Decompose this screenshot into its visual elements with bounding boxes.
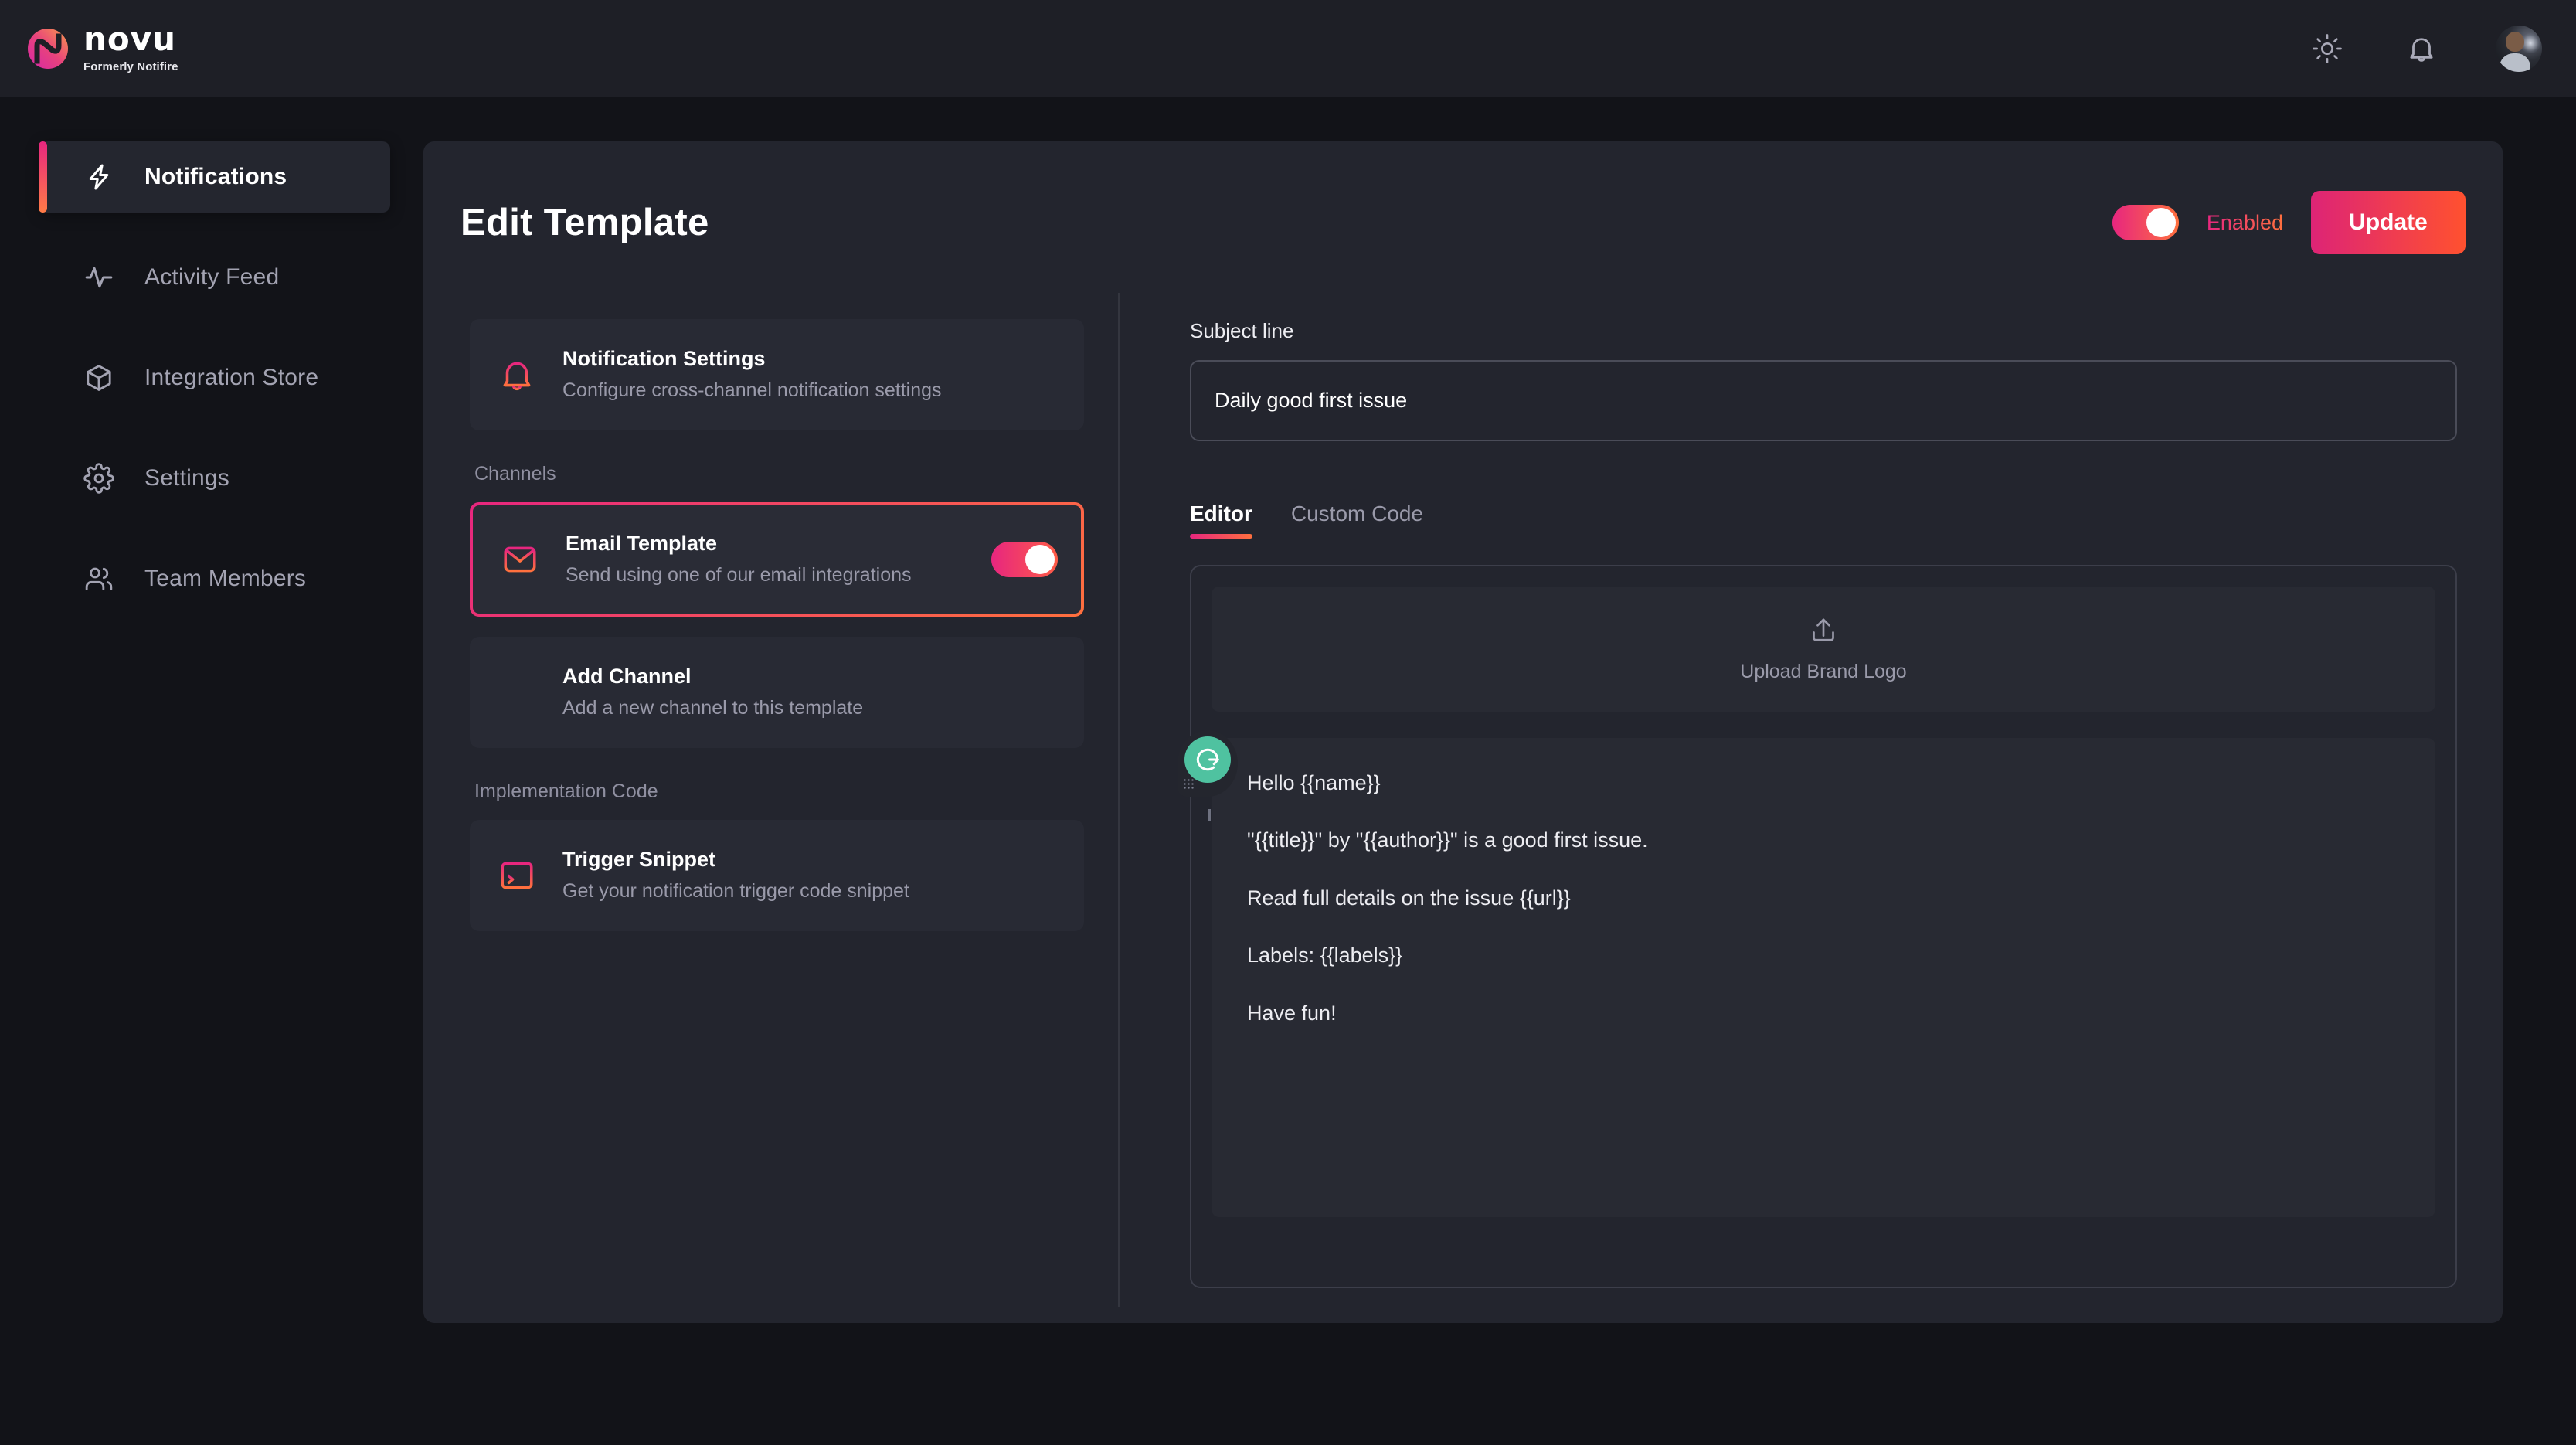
channels-column: Notification Settings Configure cross-ch…: [470, 319, 1084, 931]
sun-icon[interactable]: [2307, 29, 2347, 69]
enabled-toggle[interactable]: [2112, 205, 2179, 240]
sidebar-item-settings[interactable]: Settings: [40, 443, 390, 514]
email-body-line: Hello {{name}}: [1247, 771, 1381, 794]
channels-section-label: Channels: [474, 463, 556, 484]
card-title: Notification Settings: [562, 346, 766, 370]
sidebar-item-activity-feed[interactable]: Activity Feed: [40, 242, 390, 313]
card-description: Send using one of our email integrations: [566, 563, 912, 586]
sidebar-item-label: Integration Store: [144, 365, 319, 390]
editor-tabs: Editor Custom Code: [1190, 502, 2457, 539]
lightning-bolt-icon: [81, 159, 117, 195]
bell-icon: [493, 351, 541, 399]
toggle-knob: [2146, 208, 2176, 237]
panel-header-actions: Enabled Update: [2112, 191, 2466, 254]
trigger-snippet-card[interactable]: Trigger Snippet Get your notification tr…: [470, 820, 1084, 931]
panel-header: Edit Template Enabled Update: [460, 184, 2466, 261]
sidebar-item-team-members[interactable]: Team Members: [40, 543, 390, 614]
upload-icon: [1808, 615, 1839, 650]
enabled-toggle-label: Enabled: [2206, 210, 2283, 234]
users-icon: [81, 561, 117, 597]
drag-handle[interactable]: [1183, 778, 1194, 789]
subject-line-input[interactable]: [1190, 360, 2457, 441]
tab-custom-code[interactable]: Custom Code: [1291, 502, 1423, 539]
card-description: Get your notification trigger code snipp…: [562, 879, 909, 902]
page-title: Edit Template: [460, 202, 709, 243]
email-body-editor[interactable]: Hello {{name}} "{{title}}" by "{{author}…: [1178, 730, 2435, 1217]
card-title: Add Channel: [562, 664, 692, 688]
tab-editor[interactable]: Editor: [1190, 502, 1252, 539]
email-body-line: Labels: {{labels}}: [1247, 944, 1403, 967]
envelope-icon: [496, 536, 544, 583]
email-body-line: Read full details on the issue {{url}}: [1247, 886, 1571, 910]
email-template-toggle[interactable]: [991, 542, 1058, 577]
card-title: Email Template: [566, 531, 718, 555]
editor-container: Upload Brand Logo Hello {{name}} "{{titl…: [1178, 565, 2457, 1288]
sidebar-item-label: Team Members: [144, 566, 307, 591]
plus-icon: [493, 668, 541, 716]
top-bar: novu Formerly Notifire: [0, 0, 2576, 97]
gear-icon: [81, 461, 117, 496]
text-caret: [1208, 809, 1211, 821]
novu-logo-icon: [26, 27, 70, 70]
activity-pulse-icon: [81, 260, 117, 295]
editor-column: Subject line Editor Custom Code Upload B…: [1178, 319, 2457, 1288]
notification-settings-card[interactable]: Notification Settings Configure cross-ch…: [470, 319, 1084, 430]
box-icon: [81, 360, 117, 396]
bell-icon[interactable]: [2401, 29, 2442, 69]
sidebar-item-integration-store[interactable]: Integration Store: [40, 342, 390, 413]
user-avatar[interactable]: [2496, 25, 2542, 72]
upload-brand-logo-label: Upload Brand Logo: [1740, 661, 1907, 682]
sidebar-item-label: Notifications: [144, 164, 287, 189]
email-body-line: "{{title}}" by "{{author}}" is a good fi…: [1247, 828, 1648, 852]
sidebar-item-label: Settings: [144, 465, 229, 491]
sidebar-item-notifications[interactable]: Notifications: [39, 141, 390, 212]
upload-brand-logo-dropzone[interactable]: Upload Brand Logo: [1212, 586, 2435, 712]
brand-tagline: Formerly Notifire: [83, 60, 178, 73]
implementation-code-section-label: Implementation Code: [474, 780, 658, 802]
terminal-icon: [493, 852, 541, 899]
email-body-line: Have fun!: [1247, 1001, 1337, 1025]
card-description: Add a new channel to this template: [562, 696, 864, 719]
card-title: Trigger Snippet: [562, 847, 716, 871]
sidebar-item-label: Activity Feed: [144, 264, 280, 290]
toggle-knob: [1025, 545, 1055, 574]
brand-wordmark: novu: [83, 20, 177, 58]
top-bar-actions: [2307, 25, 2542, 72]
brand-logo[interactable]: novu Formerly Notifire: [26, 23, 178, 73]
email-template-card[interactable]: Email Template Send using one of our ema…: [470, 502, 1084, 617]
main-panel: Edit Template Enabled Update Notificatio…: [423, 141, 2503, 1323]
update-button[interactable]: Update: [2311, 191, 2466, 254]
grammarly-icon[interactable]: [1178, 730, 1238, 797]
subject-line-label: Subject line: [1190, 319, 1294, 342]
sidebar: Notifications Activity Feed Integration …: [0, 97, 421, 1445]
column-divider: [1118, 293, 1120, 1307]
card-description: Configure cross-channel notification set…: [562, 379, 942, 401]
add-channel-card[interactable]: Add Channel Add a new channel to this te…: [470, 637, 1084, 748]
